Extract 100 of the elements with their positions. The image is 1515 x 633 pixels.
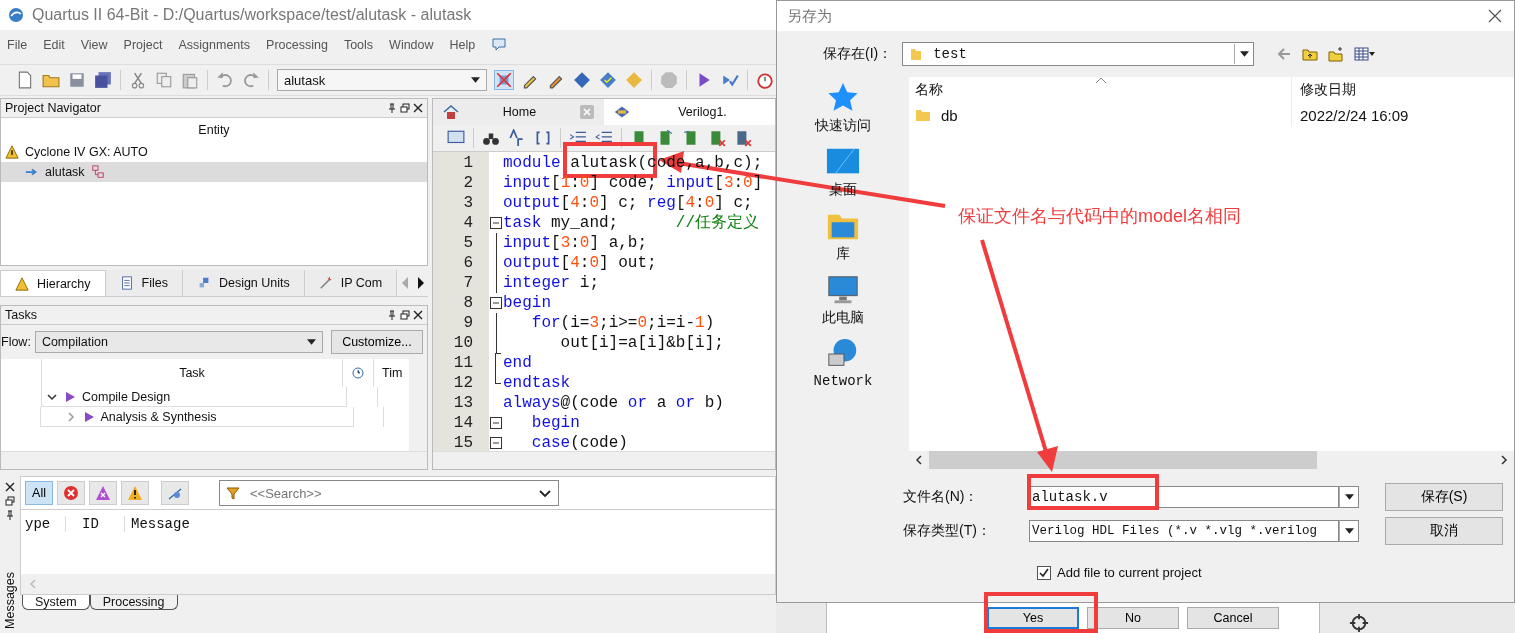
panel-tab[interactable]: Design Units — [182, 270, 305, 296]
menu-item[interactable]: Help — [449, 38, 476, 52]
speech-bubble-icon[interactable] — [491, 37, 508, 53]
vertical-scrollbar[interactable] — [409, 359, 427, 451]
warning-filter-button[interactable] — [121, 481, 149, 505]
new-folder-icon[interactable] — [1328, 46, 1345, 62]
critical-warning-filter-button[interactable] — [89, 481, 117, 505]
menu-item[interactable]: View — [80, 38, 108, 52]
customize-button[interactable]: Customize... — [330, 330, 423, 354]
error-filter-button[interactable] — [57, 481, 85, 505]
filter-all-button[interactable]: All — [25, 481, 53, 505]
tree-item[interactable]: alutask — [1, 162, 427, 182]
crosshair-icon[interactable] — [1348, 613, 1370, 633]
location-combo[interactable]: test — [902, 42, 1255, 66]
panel-tab[interactable]: Hierarchy — [0, 270, 106, 296]
critical-warning-icon — [95, 485, 111, 501]
column-header[interactable]: 修改日期 — [1291, 77, 1356, 103]
pin-icon[interactable] — [5, 510, 15, 520]
menu-item[interactable]: Tools — [343, 38, 374, 52]
fold-toggle-icon[interactable] — [490, 297, 502, 309]
menu-item[interactable]: Window — [389, 38, 434, 52]
restore-icon[interactable] — [5, 496, 15, 506]
horizontal-scrollbar[interactable] — [433, 451, 775, 469]
place-label[interactable]: 快速访问 — [815, 117, 871, 135]
chevron-left-icon[interactable] — [913, 454, 925, 466]
save-icon[interactable] — [68, 71, 86, 89]
undo-icon[interactable] — [216, 71, 234, 89]
checkbox[interactable] — [1037, 565, 1051, 580]
flow-label: Flow: — [1, 335, 31, 349]
menu-item[interactable]: Assignments — [178, 38, 251, 52]
play-icon — [82, 410, 95, 423]
horizontal-scrollbar[interactable] — [909, 451, 1514, 469]
cancel-button[interactable]: 取消 — [1385, 517, 1503, 545]
dropdown-button[interactable] — [1339, 486, 1359, 508]
task-label[interactable]: Compile Design — [82, 389, 171, 404]
panel-tab[interactable]: Files — [105, 270, 183, 296]
menu-item[interactable]: Edit — [43, 38, 65, 52]
pin-icon[interactable] — [387, 103, 397, 113]
back-arrow-icon[interactable] — [1276, 46, 1293, 62]
bookmark-delete-icon[interactable] — [708, 129, 726, 147]
dialog-button[interactable]: Cancel — [1187, 607, 1279, 629]
flow-select[interactable]: Compilation — [34, 331, 323, 353]
save-all-icon[interactable] — [94, 71, 112, 89]
new-file-icon[interactable] — [16, 71, 34, 89]
editor-tab[interactable]: Verilog1. — [604, 99, 775, 125]
code-line: output[4:0] c; reg[4:0] c; — [503, 194, 753, 212]
code-line: for(i=3;i>=0;i=i-1) — [530, 314, 715, 332]
panel-tab[interactable]: IP Com — [304, 270, 398, 296]
fold-toggle-icon[interactable] — [490, 417, 502, 429]
column-header[interactable]: 名称 — [909, 81, 1291, 99]
place-label[interactable]: Network — [813, 373, 873, 389]
horizontal-scrollbar[interactable] — [21, 574, 775, 594]
restore-icon[interactable] — [400, 310, 410, 320]
menu-item[interactable]: Processing — [266, 38, 328, 52]
task-label[interactable]: Analysis & Synthesis — [100, 409, 217, 424]
line-number: 12 — [452, 374, 474, 392]
dialog-button[interactable]: No — [1087, 607, 1179, 629]
suppressed-filter-button[interactable] — [161, 481, 189, 505]
fold-toggle-icon[interactable] — [490, 437, 502, 449]
cut-icon[interactable] — [129, 71, 147, 89]
place-label[interactable]: 库 — [836, 245, 850, 263]
message-tab[interactable]: Processing — [89, 595, 178, 610]
restore-icon[interactable] — [400, 103, 410, 113]
sort-caret-icon — [1095, 77, 1107, 84]
braces-icon[interactable] — [534, 129, 552, 147]
close-icon[interactable] — [1488, 9, 1502, 23]
search-combo[interactable]: <<Search>> — [219, 480, 559, 506]
pin-icon[interactable] — [387, 310, 397, 320]
dialog-button[interactable]: Yes — [987, 607, 1079, 629]
stopwatch-icon[interactable] — [756, 71, 774, 89]
code-line: out[i]=a[i]&b[i]; — [559, 334, 724, 352]
message-tab[interactable]: System — [22, 595, 90, 610]
search-field[interactable]: <<Search>> — [248, 484, 530, 502]
place-label[interactable]: 此电脑 — [822, 309, 864, 327]
tree-item[interactable]: Cyclone IV GX: AUTO — [1, 142, 427, 162]
redo-icon[interactable] — [242, 71, 260, 89]
panel-title: Tasks — [5, 308, 37, 322]
editor-tab[interactable]: Home — [433, 99, 604, 125]
fold-toggle-icon[interactable] — [490, 217, 502, 229]
file-name-field[interactable]: alutask.v — [1029, 486, 1339, 508]
view-menu-icon[interactable] — [1354, 47, 1377, 61]
diamond-icon[interactable] — [573, 71, 591, 89]
dropdown-button[interactable] — [1339, 520, 1359, 542]
menu-item[interactable]: File — [7, 38, 28, 52]
replace-icon[interactable] — [508, 129, 526, 147]
up-folder-icon[interactable] — [1302, 46, 1319, 62]
close-icon[interactable] — [413, 310, 423, 320]
file-type-select[interactable]: Verilog HDL Files (*.v *.vlg *.verilog — [1029, 520, 1339, 542]
project-combo[interactable]: alutask — [277, 69, 487, 91]
panel-title: Project Navigator — [5, 101, 101, 115]
bookmark-delete-icon[interactable] — [734, 129, 752, 147]
menu-item[interactable]: Project — [123, 38, 163, 52]
close-icon[interactable] — [5, 482, 15, 492]
close-icon[interactable] — [413, 103, 423, 113]
file-name[interactable]: db — [941, 106, 958, 124]
horizontal-scrollbar[interactable] — [1, 451, 427, 469]
chip-icon[interactable] — [495, 71, 513, 89]
save-button[interactable]: 保存(S) — [1385, 483, 1503, 511]
chevron-right-icon[interactable] — [1498, 454, 1510, 466]
diamond-icon[interactable] — [599, 71, 617, 89]
